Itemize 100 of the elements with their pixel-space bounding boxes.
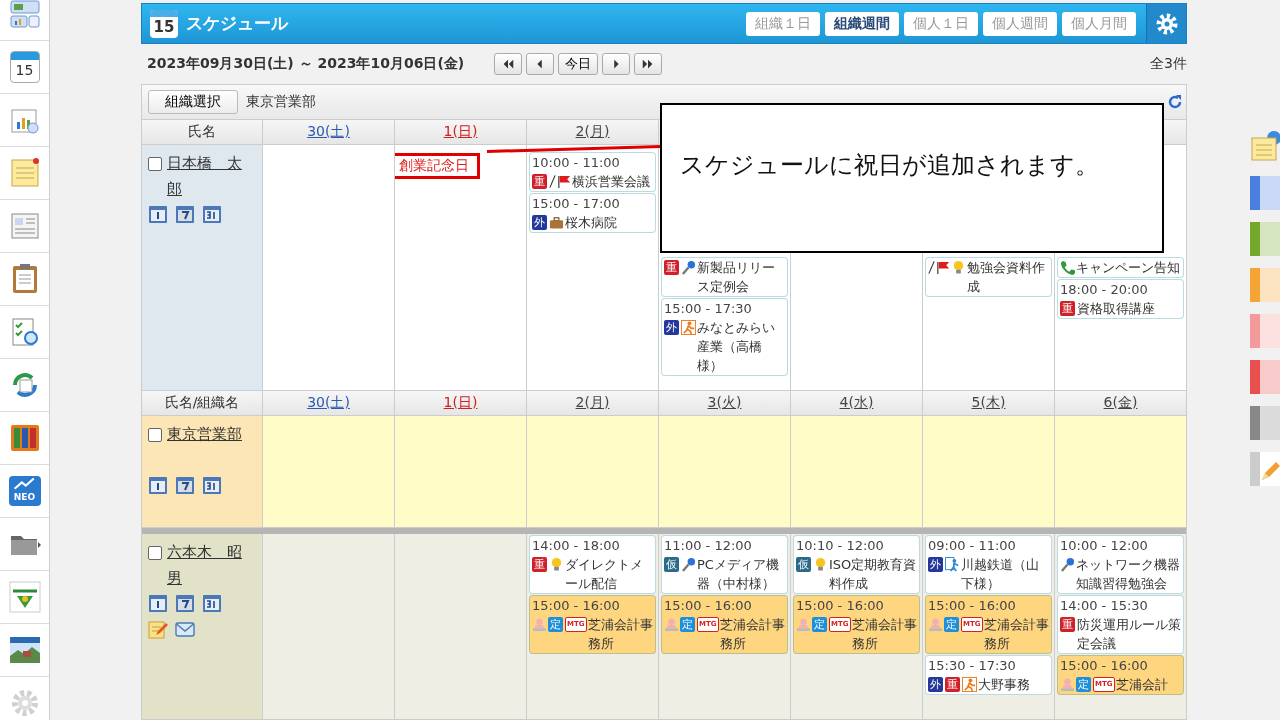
light-bulb-icon <box>813 557 828 572</box>
refresh-icon[interactable] <box>1167 94 1183 110</box>
event-time: 15:00 - 16:00 <box>928 597 1017 615</box>
day-header-link[interactable]: 4(水) <box>839 394 874 412</box>
holiday-label: 創業記念日 <box>395 153 480 179</box>
date-range: 2023年09月30日(土) ～ 2023年10月06日(金) <box>147 55 465 73</box>
day-header-link[interactable]: 30(土) <box>307 123 350 141</box>
dashboard-icon[interactable] <box>8 0 41 30</box>
skip-back-button[interactable] <box>494 53 523 75</box>
event-card[interactable]: 10:00 - 11:00 重 横浜営業会議 <box>529 152 656 192</box>
app-title: スケジュール <box>186 12 288 35</box>
calendar-month-icon[interactable] <box>202 475 222 495</box>
settings-button[interactable] <box>1146 4 1186 43</box>
category-badge: 外 <box>928 557 943 572</box>
running-person-icon <box>681 320 696 335</box>
calendar-week-icon[interactable] <box>175 204 195 224</box>
day-header-link[interactable]: 1(日) <box>443 123 478 141</box>
binders-icon[interactable] <box>8 422 41 454</box>
org-name: 東京営業部 <box>246 93 316 111</box>
memo-edit-icon[interactable] <box>148 619 168 639</box>
skip-forward-button[interactable] <box>634 53 663 75</box>
event-time: 11:00 - 12:00 <box>664 537 753 555</box>
calendar-week-icon[interactable] <box>175 593 195 613</box>
event-card[interactable]: 11:00 - 12:00 仮 PCメディア機器（中村様） <box>661 535 788 594</box>
category-badge: 仮 <box>796 557 811 572</box>
next-button[interactable] <box>602 53 631 75</box>
day-header-link[interactable]: 2(月) <box>575 123 610 141</box>
checkbox[interactable] <box>148 157 162 171</box>
event-time: 15:00 - 16:00 <box>664 597 753 615</box>
event-title: 資格取得講座 <box>1077 300 1156 318</box>
calendar-month-icon[interactable] <box>202 593 222 613</box>
event-card[interactable]: 10:10 - 12:00 仮 ISO定期教育資料作成 <box>793 535 920 594</box>
day-header-link[interactable]: 30(土) <box>307 394 350 412</box>
event-card[interactable]: キャンペーン告知 <box>1057 257 1184 278</box>
color-tab[interactable] <box>1250 268 1280 302</box>
running-person-icon <box>962 677 977 692</box>
person-name-link[interactable]: 六本木 昭男 <box>167 539 256 591</box>
color-tab[interactable] <box>1250 222 1280 256</box>
person-icon <box>928 617 943 632</box>
checkbox[interactable] <box>148 428 162 442</box>
day-header-link[interactable]: 3(火) <box>707 394 742 412</box>
color-tab[interactable] <box>1250 176 1280 210</box>
event-time: 10:00 - 12:00 <box>1060 537 1149 555</box>
event-card[interactable]: 14:00 - 18:00 重 ダイレクトメール配信 <box>529 535 656 594</box>
person-name-link[interactable]: 日本橋 太郎 <box>167 150 256 202</box>
day-header-link[interactable]: 6(金) <box>1103 394 1138 412</box>
day-header-link[interactable]: 5(木) <box>971 394 1006 412</box>
guide-person-icon <box>945 557 960 572</box>
event-title: 大野事務 <box>978 676 1031 694</box>
skip-back-icon <box>501 57 516 71</box>
event-card[interactable]: 勉強会資料作成 <box>925 257 1052 297</box>
calendar-week-icon[interactable] <box>175 475 195 495</box>
calendar-icon: 15 <box>150 9 178 38</box>
mail-icon[interactable] <box>175 619 195 639</box>
event-card[interactable]: 14:00 - 15:30 重 防災運用ルール策定会議 <box>1057 595 1184 654</box>
slash-icon <box>549 174 556 189</box>
category-badge: 重 <box>532 557 547 572</box>
category-badge: 重 <box>945 677 960 692</box>
app-logo-icon[interactable] <box>8 581 41 613</box>
category-badge: 定 <box>812 617 827 632</box>
today-button[interactable]: 今日 <box>558 53 599 75</box>
calendar-day-icon[interactable] <box>148 475 168 495</box>
person-icon <box>664 617 679 632</box>
org-name-link[interactable]: 東京営業部 <box>167 421 256 447</box>
memo-pad-icon[interactable] <box>8 157 41 189</box>
event-time: 15:00 - 16:00 <box>1060 657 1149 675</box>
org-select-button[interactable]: 組織選択 <box>148 90 238 114</box>
flag-icon <box>935 260 950 275</box>
neo-app-icon[interactable]: NEO <box>8 476 41 506</box>
category-badge: 定 <box>944 617 959 632</box>
event-card[interactable]: 09:00 - 11:00 外 川越鉄道（山下様） <box>925 535 1052 594</box>
view-tab[interactable]: 組織週間 <box>825 11 899 36</box>
day-header-link[interactable]: 2(月) <box>575 394 610 412</box>
event-card[interactable]: 重 新製品リリース定例会 <box>661 257 788 297</box>
event-time: 15:00 - 16:00 <box>532 597 621 615</box>
note-tooltip: スケジュールに祝日が追加されます。 <box>660 103 1164 253</box>
event-time: 09:00 - 11:00 <box>928 537 1017 555</box>
day-header-link[interactable]: 1(日) <box>443 394 478 412</box>
event-card[interactable]: 15:30 - 17:30 外 重 大野事務 <box>925 655 1052 695</box>
notepad-icon[interactable] <box>1250 130 1280 164</box>
event-title: 芝浦会計事務所 <box>719 616 785 653</box>
calendar-day-icon[interactable] <box>148 593 168 613</box>
briefcase-icon <box>549 215 564 230</box>
calendar-month-icon[interactable] <box>202 204 222 224</box>
calendar-icon[interactable]: 15 <box>9 51 40 83</box>
event-card[interactable]: 18:00 - 20:00 重 資格取得講座 <box>1057 279 1184 319</box>
result-count: 全3件 <box>1150 55 1187 73</box>
checkbox[interactable] <box>148 546 162 560</box>
event-card[interactable]: 15:00 - 17:00 外 桜木病院 <box>529 193 656 233</box>
color-tab[interactable] <box>1250 360 1280 394</box>
column-header: 氏名/組織名 <box>164 394 240 412</box>
calendar-day-icon[interactable] <box>148 204 168 224</box>
event-card[interactable]: 10:00 - 12:00 ネットワーク機器知識習得勉強会 <box>1057 535 1184 594</box>
previous-button[interactable] <box>526 53 555 75</box>
event-time: 14:00 - 15:30 <box>1060 597 1149 615</box>
color-tab[interactable] <box>1250 314 1280 348</box>
event-card[interactable]: 15:00 - 17:30 外 みなとみらい産業（高橋様） <box>661 298 788 376</box>
color-tab[interactable] <box>1250 406 1280 440</box>
light-bulb-icon <box>951 260 966 275</box>
category-badge: 重 <box>1060 617 1075 632</box>
